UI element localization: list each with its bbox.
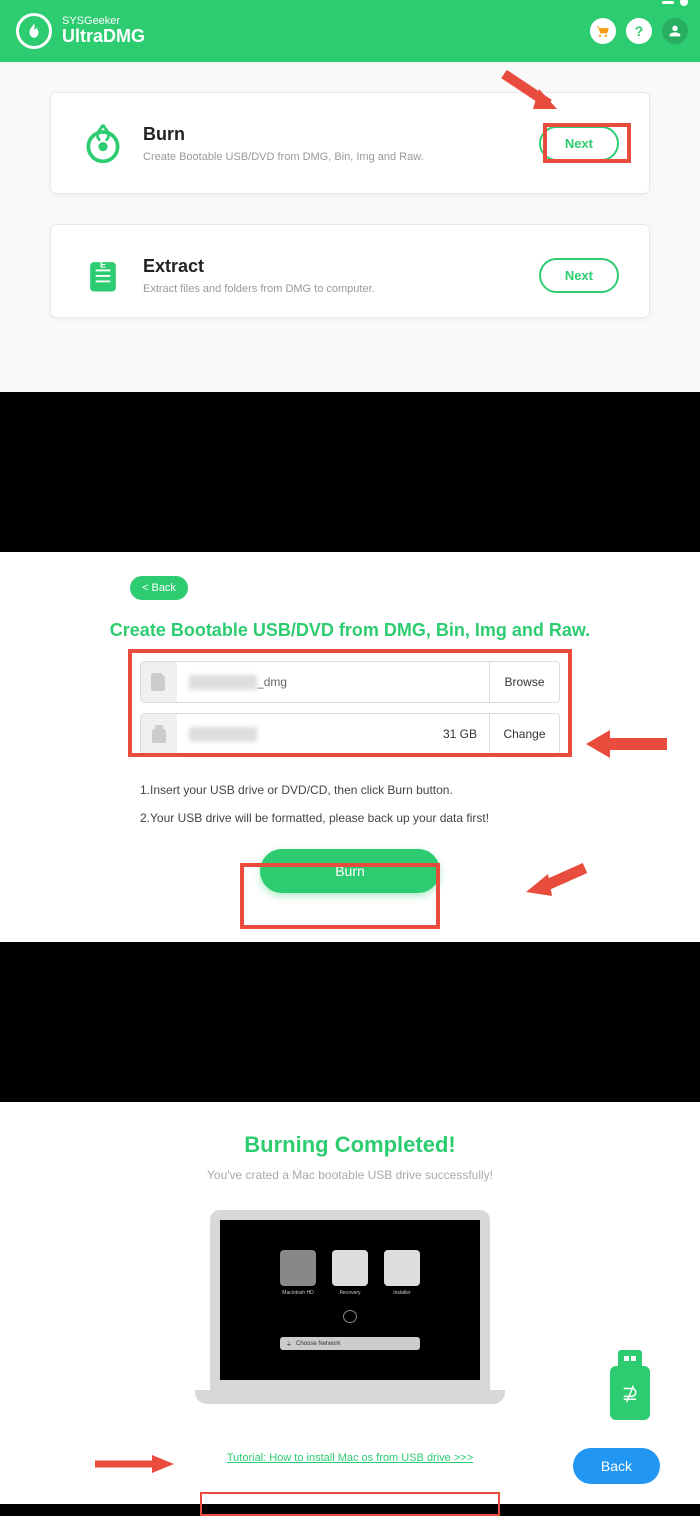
annotation-highlight: [543, 123, 631, 163]
brand-text: SYSGeeker UltraDMG: [62, 15, 145, 47]
complete-title: Burning Completed!: [40, 1132, 660, 1158]
back-button[interactable]: Back: [573, 1448, 660, 1484]
cart-icon[interactable]: [590, 18, 616, 44]
network-selector: ⏚Choose Network: [280, 1337, 420, 1350]
main-options: Burn Create Bootable USB/DVD from DMG, B…: [0, 62, 700, 392]
annotation-highlight: [200, 1492, 500, 1516]
complete-screen: Burning Completed! You've crated a Mac b…: [0, 1102, 700, 1504]
instructions: 1.Insert your USB drive or DVD/CD, then …: [140, 783, 560, 825]
instruction-1: 1.Insert your USB drive or DVD/CD, then …: [140, 783, 560, 797]
usb-illustration-icon: ⊉: [610, 1350, 650, 1420]
laptop-illustration: Macintosh HD Recovery Installer ⏚Choose …: [195, 1210, 505, 1404]
annotation-arrow-icon: [90, 1452, 180, 1476]
back-button[interactable]: < Back: [130, 576, 188, 600]
boot-option: Installer: [384, 1250, 420, 1296]
burn-disc-icon: [81, 121, 125, 165]
annotation-highlight: [240, 863, 440, 929]
svg-text:E: E: [100, 260, 106, 270]
window-controls: [662, 0, 688, 6]
separator: [0, 942, 700, 1102]
separator: [0, 392, 700, 552]
extract-icon: E: [81, 253, 125, 297]
boot-option: Recovery: [332, 1250, 368, 1296]
annotation-arrow-icon: [582, 724, 672, 764]
minimize-control[interactable]: [662, 1, 674, 4]
brand-line-2: UltraDMG: [62, 27, 145, 47]
tutorial-link[interactable]: Tutorial: How to install Mac os from USB…: [200, 1452, 500, 1464]
burn-setup-screen: < Back Create Bootable USB/DVD from DMG,…: [0, 552, 700, 942]
refresh-icon: [343, 1310, 357, 1323]
burn-card-title: Burn: [143, 124, 539, 145]
burn-screen-title: Create Bootable USB/DVD from DMG, Bin, I…: [40, 620, 660, 641]
titlebar: SYSGeeker UltraDMG ?: [0, 0, 700, 62]
extract-card: E Extract Extract files and folders from…: [50, 224, 650, 318]
extract-card-desc: Extract files and folders from DMG to co…: [143, 283, 539, 295]
annotation-arrow-icon: [520, 860, 590, 900]
extract-card-title: Extract: [143, 256, 539, 277]
boot-option: Macintosh HD: [280, 1250, 316, 1296]
annotation-arrow-icon: [499, 69, 569, 119]
app-logo-icon: [16, 13, 52, 49]
user-icon[interactable]: [662, 18, 688, 44]
complete-subtitle: You've crated a Mac bootable USB drive s…: [40, 1168, 660, 1182]
burn-card-desc: Create Bootable USB/DVD from DMG, Bin, I…: [143, 151, 539, 163]
extract-next-button[interactable]: Next: [539, 258, 619, 293]
close-control[interactable]: [680, 0, 688, 6]
help-icon[interactable]: ?: [626, 18, 652, 44]
instruction-2: 2.Your USB drive will be formatted, plea…: [140, 811, 560, 825]
burn-card: Burn Create Bootable USB/DVD from DMG, B…: [50, 92, 650, 194]
